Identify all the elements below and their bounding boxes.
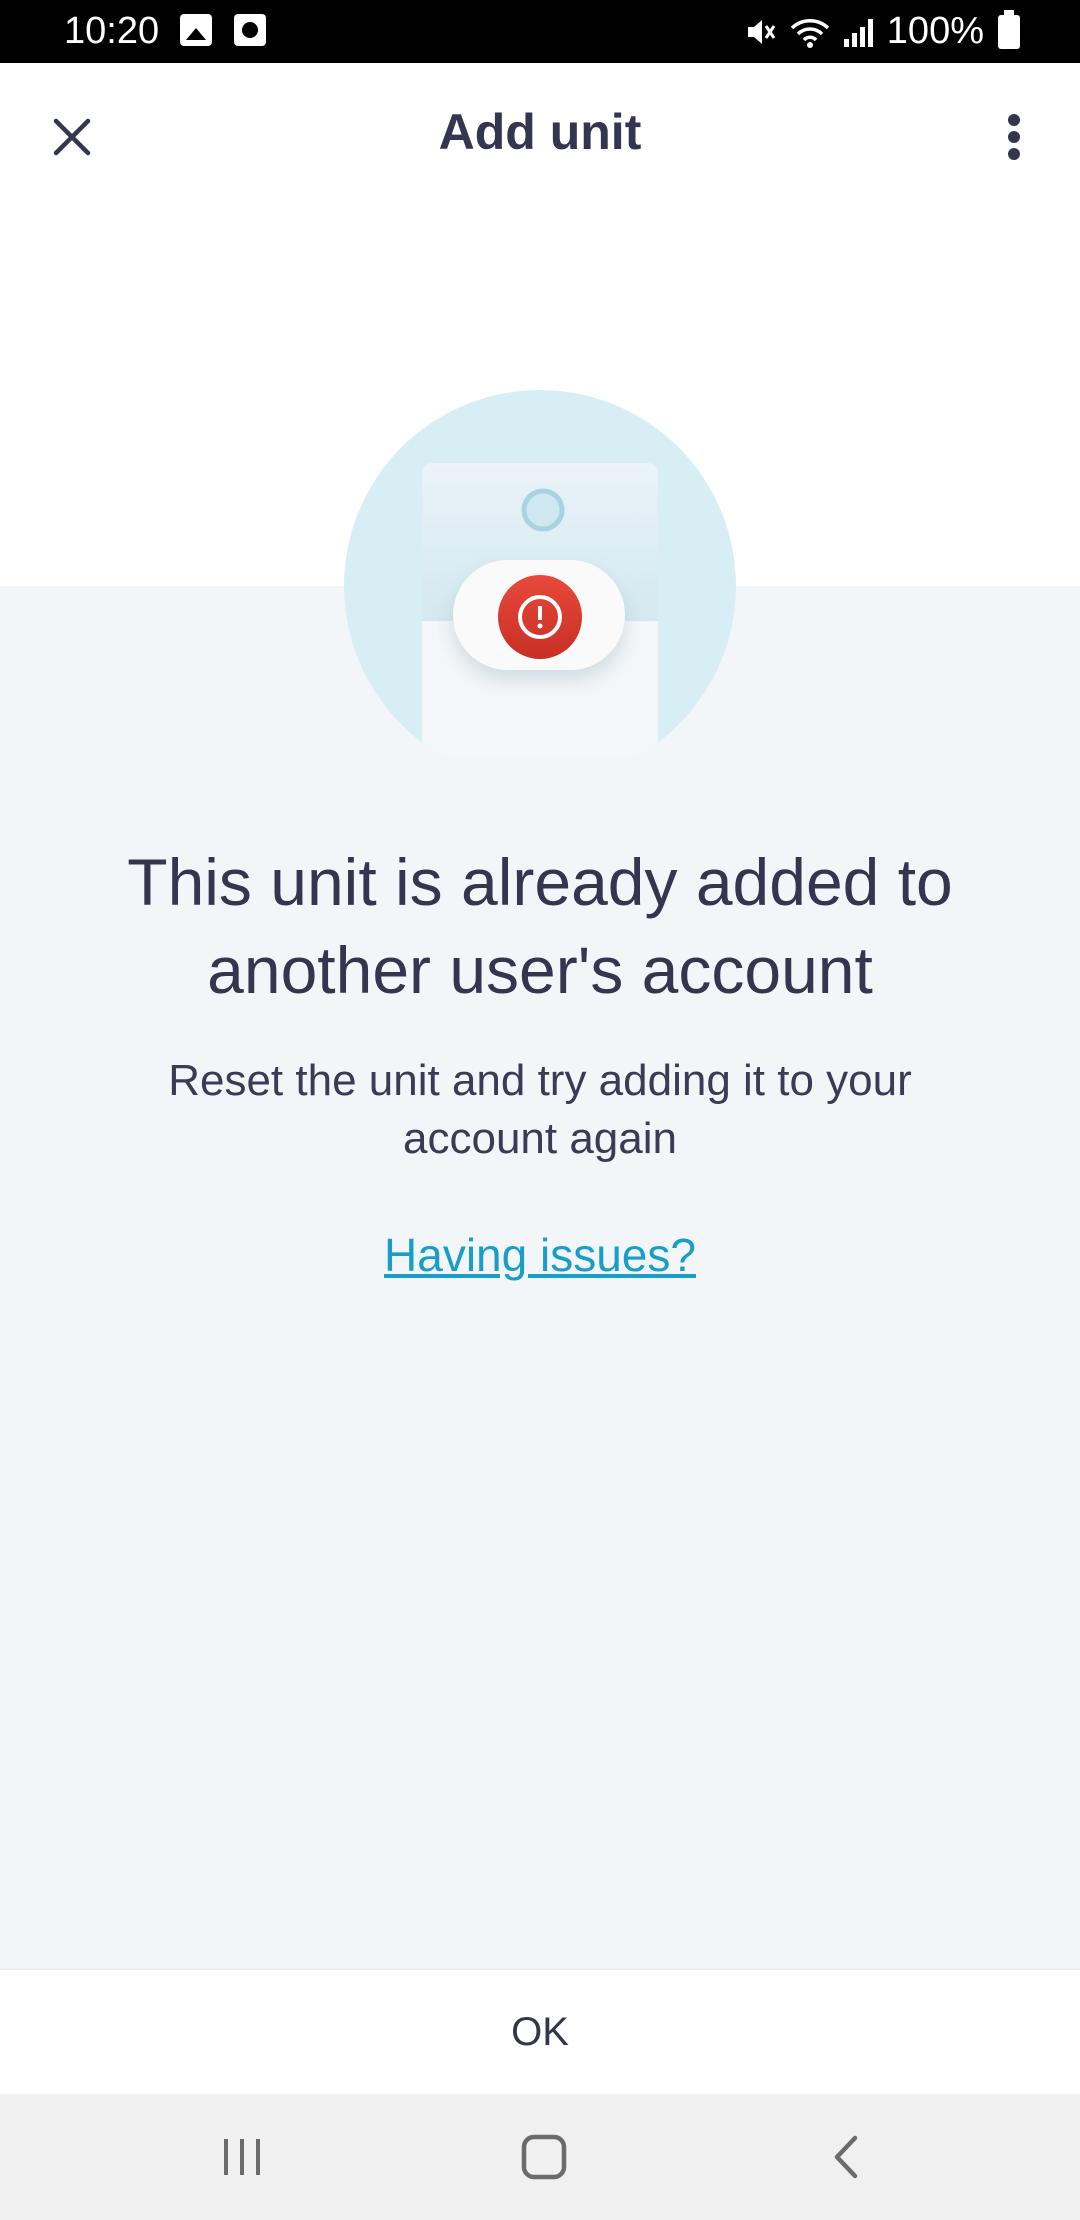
home-icon xyxy=(521,2134,567,2180)
signal-icon xyxy=(843,17,873,47)
battery-percent: 100% xyxy=(886,10,984,52)
back-icon xyxy=(834,2135,858,2179)
notification-icons xyxy=(180,14,266,46)
status-right: 100% xyxy=(744,9,1020,53)
app-bar: Add unit xyxy=(0,63,1080,211)
error-alert-icon xyxy=(498,575,582,659)
ok-button[interactable]: OK xyxy=(451,1990,629,2075)
battery-icon xyxy=(998,9,1020,49)
system-nav-bar xyxy=(0,2094,1080,2220)
error-description: Reset the unit and try adding it to your… xyxy=(168,1056,912,1163)
image-notification-icon xyxy=(180,14,212,46)
back-button[interactable] xyxy=(806,2124,886,2190)
recents-button[interactable] xyxy=(202,2124,282,2190)
having-issues-link[interactable]: Having issues? xyxy=(0,1228,1080,1282)
recents-icon xyxy=(224,2139,260,2175)
error-headline: This unit is already added to another us… xyxy=(127,845,953,1007)
status-time: 10:20 xyxy=(64,10,160,52)
status-bar: 10:20 100% xyxy=(0,0,1080,63)
footer-bar: OK xyxy=(0,1968,1080,2094)
clock-notification-icon xyxy=(234,14,266,46)
wifi-icon xyxy=(790,18,830,48)
home-button[interactable] xyxy=(504,2124,584,2190)
more-options-button[interactable] xyxy=(984,101,1044,173)
unit-error-illustration xyxy=(344,390,736,756)
page-title: Add unit xyxy=(438,104,642,160)
more-vert-icon xyxy=(1008,114,1020,160)
mute-icon xyxy=(747,19,776,44)
